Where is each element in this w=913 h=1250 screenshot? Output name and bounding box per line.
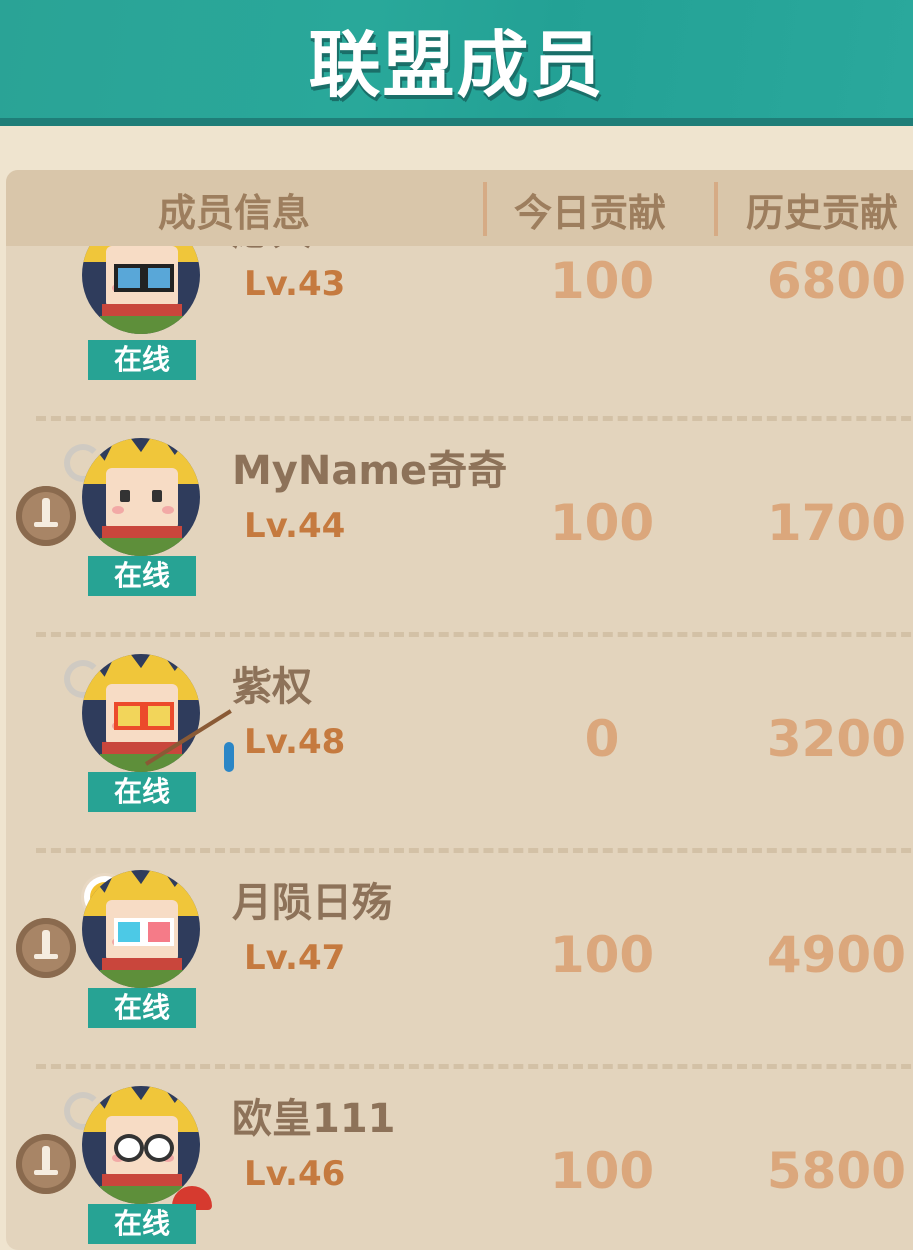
member-name: 愿大 (232, 246, 312, 256)
member-list-panel: 成员信息 今日贡献 历史贡献 在线 愿大 Lv.43 100 6800 (6, 170, 913, 1250)
sword-badge-icon (16, 918, 76, 978)
today-contribution: 100 (549, 926, 655, 984)
sword-badge-icon (16, 1134, 76, 1194)
member-level: Lv.44 (244, 506, 346, 546)
member-level: Lv.47 (244, 938, 346, 978)
today-contribution: 100 (549, 494, 655, 552)
page-title: 联盟成员 (308, 23, 605, 107)
history-contribution: 3200 (766, 710, 906, 768)
history-contribution: 1700 (766, 494, 906, 552)
today-contribution: 0 (584, 710, 620, 768)
member-level: Lv.48 (244, 722, 346, 762)
avatar[interactable] (82, 246, 200, 334)
member-row[interactable]: 在线 紫权 Lv.48 0 3200 (6, 632, 913, 848)
column-header-info[interactable]: 成员信息 (158, 182, 310, 237)
history-contribution: 5800 (766, 1142, 906, 1200)
online-status-badge: 在线 (88, 772, 196, 812)
member-row[interactable]: 在线 MyName奇奇 Lv.44 100 1700 (6, 416, 913, 632)
history-contribution: 6800 (766, 252, 906, 310)
avatar[interactable] (82, 654, 200, 772)
member-row[interactable]: 在线 月陨日殇 Lv.47 100 4900 (6, 848, 913, 1064)
member-list[interactable]: 在线 愿大 Lv.43 100 6800 在线 MyName奇奇 Lv.44 1… (6, 246, 913, 1250)
member-row[interactable]: 在线 欧皇111 Lv.46 100 5800 (6, 1064, 913, 1250)
avatar[interactable] (82, 438, 200, 556)
table-header: 成员信息 今日贡献 历史贡献 (6, 170, 913, 246)
column-divider (714, 182, 718, 236)
fish-icon (224, 742, 234, 772)
avatar[interactable] (82, 870, 200, 988)
online-status-badge: 在线 (88, 1204, 196, 1244)
history-contribution: 4900 (766, 926, 906, 984)
sword-badge-icon (16, 486, 76, 546)
member-level: Lv.43 (244, 264, 346, 304)
title-bar: 联盟成员 (0, 0, 913, 126)
today-contribution: 100 (549, 1142, 655, 1200)
member-name: 欧皇111 (232, 1096, 396, 1142)
online-status-badge: 在线 (88, 988, 196, 1028)
member-name: 月陨日殇 (232, 880, 392, 926)
avatar[interactable] (82, 1086, 200, 1204)
member-row[interactable]: 在线 愿大 Lv.43 100 6800 (6, 246, 913, 424)
row-divider (36, 1064, 913, 1069)
row-divider (36, 848, 913, 853)
today-contribution: 100 (549, 252, 655, 310)
member-level: Lv.46 (244, 1154, 346, 1194)
member-name: 紫权 (232, 664, 312, 710)
column-divider (483, 182, 487, 236)
row-divider (36, 416, 913, 421)
member-name: MyName奇奇 (232, 448, 508, 494)
column-header-history[interactable]: 历史贡献 (746, 182, 898, 237)
online-status-badge: 在线 (88, 556, 196, 596)
online-status-badge: 在线 (88, 340, 196, 380)
column-header-today[interactable]: 今日贡献 (514, 182, 666, 237)
row-divider (36, 632, 913, 637)
